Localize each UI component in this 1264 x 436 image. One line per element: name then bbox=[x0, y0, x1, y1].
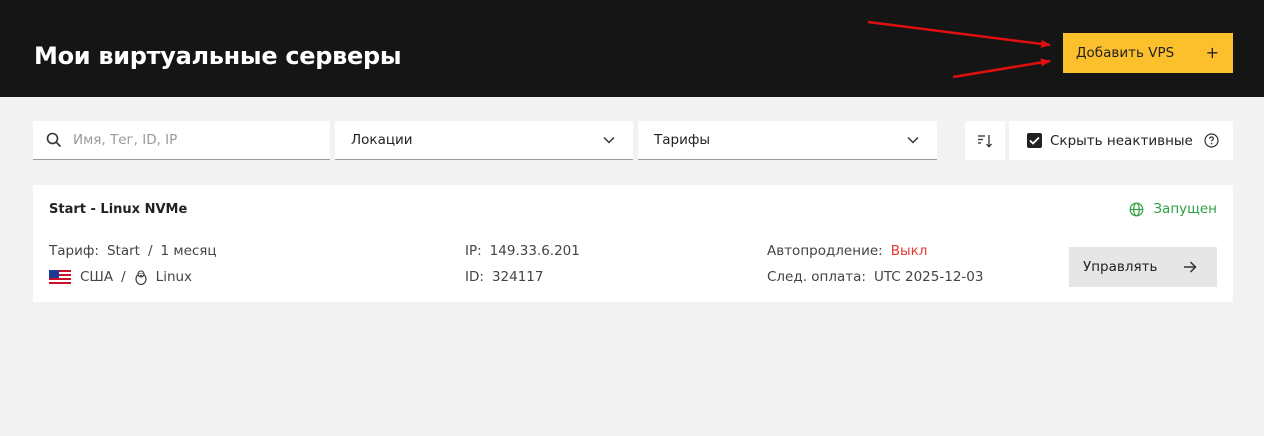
locations-dropdown[interactable]: Локации bbox=[335, 121, 633, 160]
autorenew-value: Выкл bbox=[890, 243, 928, 259]
checkmark-icon bbox=[1029, 136, 1040, 145]
page-title: Мои виртуальные серверы bbox=[34, 42, 402, 70]
hide-inactive-toggle[interactable]: Скрыть неактивные bbox=[1009, 121, 1233, 160]
add-vps-button[interactable]: Добавить VPS + bbox=[1063, 33, 1233, 73]
search-icon bbox=[46, 132, 62, 148]
manage-button-label: Управлять bbox=[1083, 259, 1158, 275]
tariff-value: Start bbox=[106, 243, 140, 259]
server-name: Start - Linux NVMe bbox=[49, 202, 188, 217]
ip-row: IP: 149.33.6.201 bbox=[465, 243, 580, 259]
arrow-right-icon bbox=[1183, 261, 1197, 273]
locations-dropdown-label: Локации bbox=[351, 132, 413, 148]
hide-inactive-label: Скрыть неактивные bbox=[1050, 132, 1193, 149]
globe-icon bbox=[1129, 202, 1144, 217]
us-flag-icon bbox=[49, 270, 71, 284]
chevron-down-icon bbox=[907, 134, 919, 146]
country-name: США bbox=[80, 269, 114, 285]
server-status: Запущен bbox=[1129, 201, 1217, 217]
page-header: Мои виртуальные серверы Добавить VPS + bbox=[0, 0, 1264, 97]
help-circle-icon[interactable] bbox=[1204, 133, 1219, 148]
search-input[interactable] bbox=[73, 132, 303, 148]
next-payment-value: UTC 2025-12-03 bbox=[873, 269, 984, 285]
separator: / bbox=[121, 269, 126, 285]
add-vps-button-label: Добавить VPS bbox=[1076, 45, 1175, 61]
chevron-down-icon bbox=[603, 134, 615, 146]
autorenew-label: Автопродление: bbox=[767, 243, 883, 259]
next-payment-label: След. оплата: bbox=[767, 269, 866, 285]
sort-button[interactable] bbox=[965, 121, 1005, 160]
manage-button[interactable]: Управлять bbox=[1069, 247, 1217, 287]
autorenew-row: Автопродление: Выкл bbox=[767, 243, 927, 259]
tariffs-dropdown-label: Тарифы bbox=[654, 132, 711, 148]
server-status-label: Запущен bbox=[1153, 201, 1217, 217]
os-name: Linux bbox=[155, 269, 193, 285]
plus-icon: + bbox=[1205, 43, 1219, 62]
tariffs-dropdown[interactable]: Тарифы bbox=[638, 121, 937, 160]
id-value: 324117 bbox=[491, 269, 544, 285]
ip-value: 149.33.6.201 bbox=[489, 243, 580, 259]
location-os-row: США / Linux bbox=[49, 269, 192, 285]
id-label: ID: bbox=[465, 269, 484, 285]
tariff-row: Тариф: Start / 1 месяц bbox=[49, 243, 217, 259]
hide-inactive-checkbox[interactable] bbox=[1027, 133, 1042, 148]
linux-tux-icon bbox=[134, 269, 148, 285]
tariff-period: 1 месяц bbox=[160, 243, 217, 259]
separator: / bbox=[147, 243, 153, 259]
id-row: ID: 324117 bbox=[465, 269, 543, 285]
ip-label: IP: bbox=[465, 243, 482, 259]
tariff-label: Тариф: bbox=[49, 243, 99, 259]
next-payment-row: След. оплата: UTC 2025-12-03 bbox=[767, 269, 983, 285]
sort-icon bbox=[977, 134, 993, 148]
server-card: Start - Linux NVMe Запущен Тариф: Start … bbox=[33, 185, 1233, 302]
search-field[interactable] bbox=[33, 121, 330, 160]
